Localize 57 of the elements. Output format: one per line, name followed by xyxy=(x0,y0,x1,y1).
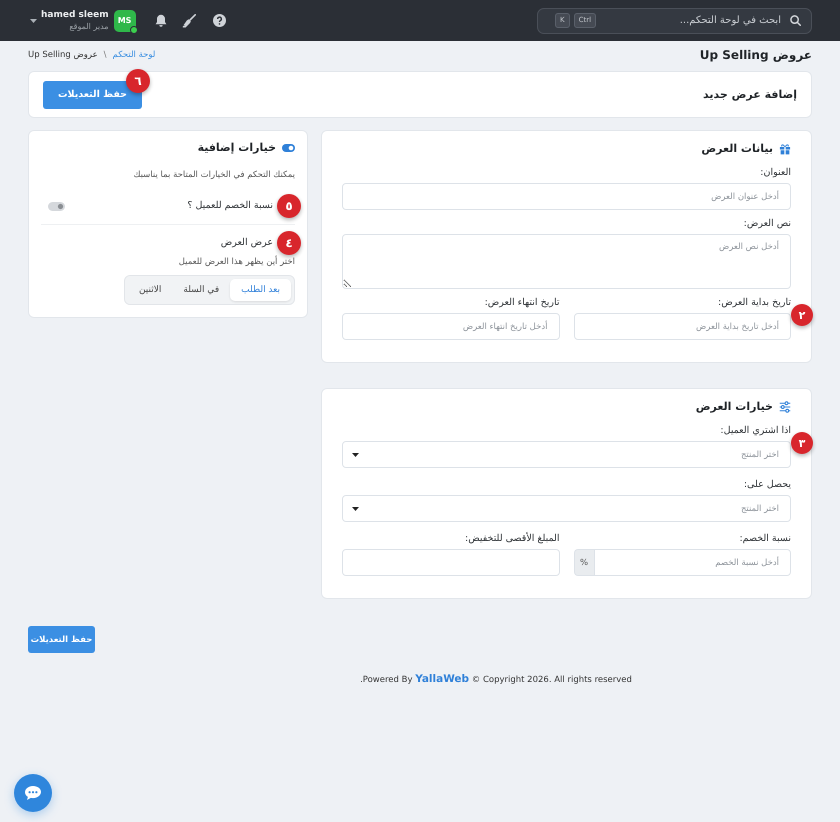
input-field[interactable] xyxy=(342,549,560,576)
step-marker: ٥ xyxy=(277,194,301,218)
setting-label: نسبة الخصم للعميل ؟ xyxy=(187,199,273,213)
page-title: عروض Up Selling xyxy=(700,47,812,63)
field-label: نص العرض: xyxy=(742,217,791,231)
option-tab[interactable]: بعد الطلب xyxy=(230,279,291,301)
setting-label: عرض العرض xyxy=(220,236,273,250)
step-marker: ٣ xyxy=(791,432,813,454)
step-marker: ٦ xyxy=(126,68,150,92)
caret-icon xyxy=(352,452,359,456)
user-role: مدير الموقع xyxy=(68,21,109,32)
textarea-field[interactable]: أدخل نص العرض xyxy=(342,234,791,289)
caret-icon xyxy=(352,506,359,510)
field-label: تاريخ بداية العرض: xyxy=(717,296,791,310)
search-icon xyxy=(790,15,801,26)
option-tab[interactable]: في السلة xyxy=(172,279,230,301)
card-title: إضافة عرض جديد xyxy=(703,88,797,102)
field-label: يحصل على: xyxy=(742,478,791,492)
caret-icon[interactable] xyxy=(30,18,37,22)
breadcrumb-separator: \ xyxy=(104,49,107,61)
toggle-switch[interactable] xyxy=(48,202,65,210)
help-icon[interactable] xyxy=(212,14,226,27)
step-marker: ٢ xyxy=(791,304,813,326)
card-title: بيانات العرض xyxy=(701,142,773,156)
breadcrumb-link[interactable]: لوحة التحكم xyxy=(112,49,156,61)
setting-hint: اختر أين يظهر هذا العرض للعميل xyxy=(178,256,295,268)
save-button[interactable]: حفظ التعديلات xyxy=(28,626,95,653)
breadcrumb-current: عروض Up Selling xyxy=(28,49,98,61)
field-label: تاريخ انتهاء العرض: xyxy=(484,296,560,310)
card-title: خيارات إضافية xyxy=(198,141,276,155)
card-description: يمكنك التحكم في الخيارات المتاحة بما يناسبك xyxy=(132,169,295,181)
input-field[interactable]: أدخل تاريخ بداية العرض xyxy=(574,313,791,340)
search-input[interactable]: ابحث في لوحة التحكم... xyxy=(605,12,781,30)
user-name: hamed sleem xyxy=(41,9,109,21)
step-marker: ٤ xyxy=(277,231,301,255)
select-field[interactable]: اختر المنتج xyxy=(342,441,791,468)
select-field[interactable]: اختر المنتج xyxy=(342,495,791,522)
input-field[interactable]: أدخل تاريخ انتهاء العرض xyxy=(342,313,560,340)
input-field[interactable]: أدخل نسبة الخصم xyxy=(594,549,791,576)
user-avatar[interactable]: MS xyxy=(114,10,136,32)
option-tab[interactable]: الاثنين xyxy=(128,279,172,301)
toggle-icon xyxy=(282,144,295,152)
brand-link[interactable]: YallaWeb xyxy=(415,673,470,685)
percent-addon: % xyxy=(574,549,594,576)
field-label: المبلغ الأقصى للتخفيض: xyxy=(464,532,560,546)
sliders-icon xyxy=(779,401,791,413)
card-title: خيارات العرض xyxy=(696,400,773,414)
chat-icon xyxy=(24,785,42,801)
gift-icon xyxy=(779,143,791,155)
field-label: نسبة الخصم: xyxy=(738,532,791,546)
field-label: العنوان: xyxy=(759,166,791,180)
field-label: اذا اشتري العميل: xyxy=(719,424,791,438)
broom-icon[interactable] xyxy=(182,14,196,28)
copyright-text: .Powered By YallaWeb © Copyright 2026. All rights reserved xyxy=(360,673,632,687)
bell-icon[interactable] xyxy=(154,14,167,27)
chat-button[interactable] xyxy=(14,774,52,812)
input-field[interactable]: أدخل عنوان العرض xyxy=(342,183,791,210)
